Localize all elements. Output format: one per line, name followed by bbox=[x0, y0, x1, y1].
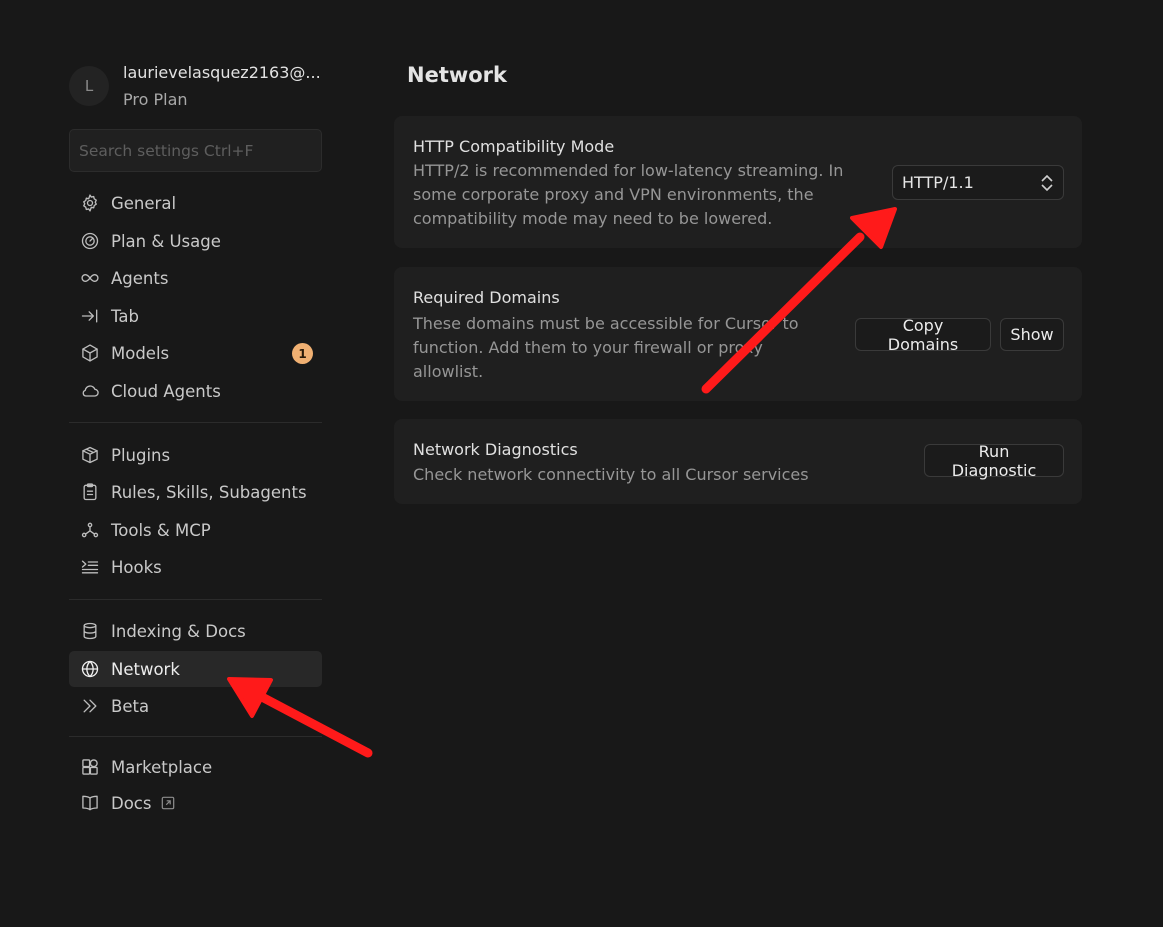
account-email: laurievelasquez2163@... bbox=[123, 63, 321, 82]
sidebar-item-tools-mcp[interactable]: Tools & MCP bbox=[69, 512, 322, 548]
cube-icon bbox=[79, 342, 101, 364]
http-mode-desc-line: some corporate proxy and VPN environment… bbox=[413, 185, 814, 204]
database-icon bbox=[79, 620, 101, 642]
globe-icon bbox=[79, 658, 101, 680]
sidebar-item-tab[interactable]: Tab bbox=[69, 298, 322, 334]
models-badge: 1 bbox=[292, 343, 313, 364]
sidebar-item-label: Indexing & Docs bbox=[111, 621, 246, 641]
sidebar-item-plan-usage[interactable]: Plan & Usage bbox=[69, 223, 322, 259]
avatar[interactable]: L bbox=[69, 66, 109, 106]
cloud-icon bbox=[79, 380, 101, 402]
required-domains-card: Required Domains These domains must be a… bbox=[394, 267, 1082, 401]
account-header: L laurievelasquez2163@... Pro Plan bbox=[69, 62, 321, 111]
sidebar-item-plugins[interactable]: Plugins bbox=[69, 437, 322, 473]
arrow-tab-icon bbox=[79, 305, 101, 327]
show-domains-button[interactable]: Show bbox=[1000, 318, 1064, 351]
sidebar-item-label: Plugins bbox=[111, 445, 171, 465]
sidebar-item-label: Agents bbox=[111, 268, 169, 288]
infinity-icon bbox=[79, 267, 101, 289]
sidebar-item-label: Cloud Agents bbox=[111, 381, 221, 401]
sidebar-item-general[interactable]: General bbox=[69, 185, 322, 221]
sidebar-item-label: Rules, Skills, Subagents bbox=[111, 482, 307, 502]
copy-domains-button[interactable]: Copy Domains bbox=[855, 316, 991, 354]
sidebar-item-rules-skills-subagents[interactable]: Rules, Skills, Subagents bbox=[69, 474, 322, 510]
required-domains-desc-line: These domains must be accessible for Cur… bbox=[413, 314, 799, 333]
book-icon bbox=[79, 792, 101, 814]
sidebar-item-network[interactable]: Network bbox=[69, 651, 322, 687]
sidebar-item-label: Tab bbox=[111, 306, 139, 326]
chevron-up-down-icon bbox=[1039, 173, 1055, 193]
sidebar-item-docs[interactable]: Docs bbox=[69, 785, 322, 821]
page-title: Network bbox=[407, 63, 508, 87]
sidebar-item-label: Models bbox=[111, 343, 170, 363]
required-domains-desc-line: function. Add them to your firewall or p… bbox=[413, 338, 763, 357]
sidebar-item-beta[interactable]: Beta bbox=[69, 688, 322, 724]
sidebar-divider bbox=[69, 599, 322, 600]
account-plan: Pro Plan bbox=[123, 90, 188, 109]
sidebar-item-label: Plan & Usage bbox=[111, 231, 221, 251]
network-diagnostics-desc: Check network connectivity to all Cursor… bbox=[413, 465, 809, 484]
sidebar-item-marketplace[interactable]: Marketplace bbox=[69, 749, 322, 785]
apps-grid-icon bbox=[79, 756, 101, 778]
sidebar-item-label: Network bbox=[111, 659, 180, 679]
http-mode-desc-line: compatibility mode may need to be lowere… bbox=[413, 209, 773, 228]
http-mode-select[interactable]: HTTP/1.1 bbox=[892, 165, 1064, 200]
http-compatibility-card: HTTP Compatibility Mode HTTP/2 is recomm… bbox=[394, 116, 1082, 248]
search-box[interactable] bbox=[69, 129, 322, 172]
http-mode-desc-line: HTTP/2 is recommended for low-latency st… bbox=[413, 161, 844, 180]
sidebar-item-indexing-docs[interactable]: Indexing & Docs bbox=[69, 613, 322, 649]
sidebar-item-agents[interactable]: Agents bbox=[69, 260, 322, 296]
sidebar-item-label: Beta bbox=[111, 696, 150, 716]
required-domains-desc-line: allowlist. bbox=[413, 362, 484, 381]
search-input[interactable] bbox=[79, 141, 321, 160]
hooks-list-icon bbox=[79, 556, 101, 578]
sidebar-item-label: Docs bbox=[111, 793, 152, 813]
sidebar-item-label: General bbox=[111, 193, 177, 213]
run-diagnostic-button[interactable]: Run Diagnostic bbox=[924, 442, 1064, 480]
sidebar-item-label: Marketplace bbox=[111, 757, 213, 777]
network-diagnostics-title: Network Diagnostics bbox=[413, 440, 578, 459]
external-link-icon bbox=[161, 796, 175, 810]
sidebar-divider bbox=[69, 422, 322, 423]
sidebar-item-label: Tools & MCP bbox=[111, 520, 211, 540]
http-mode-title: HTTP Compatibility Mode bbox=[413, 137, 615, 156]
double-chevron-icon bbox=[79, 695, 101, 717]
required-domains-title: Required Domains bbox=[413, 288, 560, 307]
nodes-icon bbox=[79, 519, 101, 541]
sidebar-item-models[interactable]: Models 1 bbox=[69, 335, 322, 371]
gauge-icon bbox=[79, 230, 101, 252]
sidebar-item-cloud-agents[interactable]: Cloud Agents bbox=[69, 373, 322, 409]
sidebar-item-label: Hooks bbox=[111, 557, 162, 577]
gear-icon bbox=[79, 192, 101, 214]
http-mode-select-value: HTTP/1.1 bbox=[902, 173, 974, 192]
sidebar-item-hooks[interactable]: Hooks bbox=[69, 549, 322, 585]
sidebar-divider bbox=[69, 736, 322, 737]
package-icon bbox=[79, 444, 101, 466]
clipboard-icon bbox=[79, 481, 101, 503]
network-diagnostics-card: Network Diagnostics Check network connec… bbox=[394, 419, 1082, 504]
